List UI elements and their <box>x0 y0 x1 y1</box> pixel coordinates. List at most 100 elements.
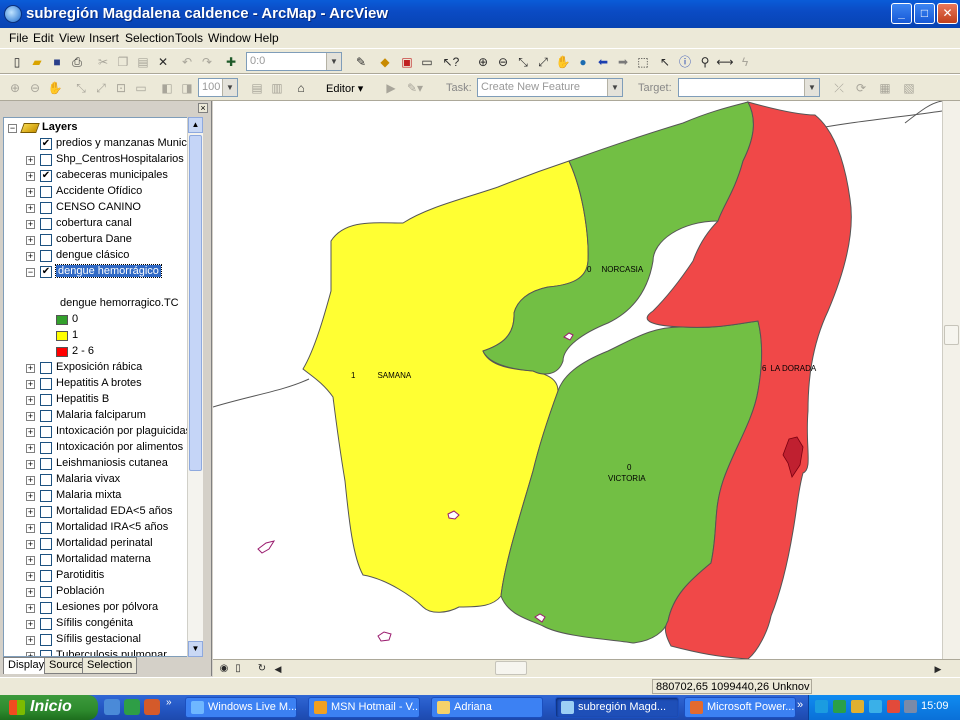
layer-row[interactable]: + Intoxicación por alimentos <box>4 440 194 456</box>
layer-checkbox[interactable] <box>40 250 52 262</box>
task-powerpoint[interactable]: Microsoft Power... <box>684 697 796 718</box>
expand-icon[interactable]: + <box>26 540 35 549</box>
toc-scroll-up-icon[interactable]: ▲ <box>188 117 203 133</box>
task-adriana[interactable]: Adriana <box>431 697 543 718</box>
expand-icon[interactable]: + <box>26 220 35 229</box>
legend-swatch[interactable] <box>56 331 68 341</box>
menu-help[interactable]: Help <box>254 31 279 45</box>
layer-row[interactable]: + Leishmaniosis cutanea <box>4 456 194 472</box>
expand-icon[interactable]: + <box>26 252 35 261</box>
layer-row[interactable]: ✔ predios y manzanas Municip <box>4 136 195 152</box>
add-data-icon[interactable]: ✚ <box>222 53 240 71</box>
hyperlink-icon[interactable]: ϟ <box>736 53 754 71</box>
start-button[interactable]: Inicio <box>0 695 98 720</box>
menu-window[interactable]: Window <box>208 31 251 45</box>
redo-icon[interactable]: ↷ <box>198 53 216 71</box>
map-scale-combo[interactable]: 0:0 ▼ <box>246 52 342 71</box>
layer-checkbox[interactable] <box>40 442 52 454</box>
task-msn-hotmail[interactable]: MSN Hotmail - V... <box>308 697 420 718</box>
layout-zoom-out-icon[interactable]: ⊖ <box>26 79 44 97</box>
layer-row[interactable]: + Intoxicación por plaguicidas <box>4 424 194 440</box>
layer-checkbox[interactable] <box>40 458 52 470</box>
change-layout-icon[interactable]: ⌂ <box>292 79 310 97</box>
tray-security-icon[interactable] <box>887 700 900 713</box>
expand-icon[interactable]: + <box>26 572 35 581</box>
layer-checkbox[interactable] <box>40 570 52 582</box>
zoom-percent-combo[interactable]: 100 ▼ <box>198 78 238 97</box>
layer-checkbox[interactable] <box>40 506 52 518</box>
legend-swatch[interactable] <box>56 347 68 357</box>
toggle-draft-icon[interactable]: ▤ <box>248 79 266 97</box>
full-extent-icon[interactable]: ● <box>574 53 592 71</box>
layer-row[interactable]: + Sífilis gestacional <box>4 632 194 648</box>
paste-icon[interactable]: ▤ <box>134 53 152 71</box>
next-extent-icon[interactable]: ◨ <box>178 79 196 97</box>
layer-checkbox[interactable] <box>40 634 52 646</box>
scroll-left-icon[interactable]: ◀ <box>269 660 287 678</box>
toc-scroll-thumb[interactable] <box>189 135 202 471</box>
layout-view-icon[interactable]: ▯ <box>229 660 247 678</box>
layer-row[interactable]: + Lesiones por pólvora <box>4 600 194 616</box>
zoom-whole-page-icon[interactable]: ⤡ <box>72 79 90 97</box>
measure-icon[interactable]: ⟷ <box>716 53 734 71</box>
layer-checkbox[interactable] <box>40 490 52 502</box>
layer-checkbox[interactable]: ✔ <box>40 266 52 278</box>
layer-checkbox[interactable] <box>40 218 52 230</box>
layers-root[interactable]: − Layers <box>4 120 194 136</box>
zoom-in-icon[interactable]: ⊕ <box>474 53 492 71</box>
save-icon[interactable]: ■ <box>48 53 66 71</box>
layer-row[interactable]: + ✔ cabeceras municipales <box>4 168 194 184</box>
tray-arrow-icon[interactable] <box>815 700 828 713</box>
expand-icon[interactable]: + <box>26 188 35 197</box>
expand-icon[interactable]: + <box>26 236 35 245</box>
find-icon[interactable]: ⚲ <box>696 53 714 71</box>
layer-row[interactable]: + CENSO CANINO <box>4 200 194 216</box>
expand-icon[interactable]: + <box>26 396 35 405</box>
layer-row[interactable]: + Hepatitis B <box>4 392 194 408</box>
layer-checkbox[interactable] <box>40 394 52 406</box>
layer-checkbox[interactable] <box>40 378 52 390</box>
whats-this-icon[interactable]: ↖? <box>442 53 460 71</box>
copy-icon[interactable]: ❐ <box>114 53 132 71</box>
layer-row[interactable]: + Malaria falciparum <box>4 408 194 424</box>
layer-checkbox[interactable] <box>40 602 52 614</box>
tray-device-icon[interactable] <box>904 700 917 713</box>
expand-icon[interactable]: + <box>26 524 35 533</box>
expand-icon[interactable]: + <box>26 588 35 597</box>
layer-checkbox[interactable] <box>40 554 52 566</box>
expand-icon[interactable]: + <box>26 428 35 437</box>
layer-row[interactable]: + Sífilis congénita <box>4 616 194 632</box>
map-scroll-thumb[interactable] <box>944 325 959 345</box>
forward-extent-icon[interactable]: ➡ <box>614 53 632 71</box>
expand-icon[interactable]: + <box>26 156 35 165</box>
target-combo[interactable]: ▼ <box>678 78 820 97</box>
expand-icon[interactable]: + <box>26 508 35 517</box>
editor-menu[interactable]: Editor ▾ <box>326 82 363 95</box>
ie-icon[interactable] <box>104 699 120 715</box>
legend-swatch[interactable] <box>56 315 68 325</box>
select-elements-icon[interactable]: ↖ <box>656 53 674 71</box>
focus-data-frame-icon[interactable]: ▥ <box>268 79 286 97</box>
layer-row[interactable]: + Hepatitis A brotes <box>4 376 194 392</box>
expand-icon[interactable]: + <box>26 444 35 453</box>
layer-row[interactable]: − ✔ dengue hemorrágico <box>4 264 194 280</box>
layer-row[interactable]: + Tuberculosis pulmonar <box>4 648 194 656</box>
delete-icon[interactable]: ✕ <box>154 53 172 71</box>
back-extent-icon[interactable]: ⬅ <box>594 53 612 71</box>
layer-checkbox[interactable] <box>40 234 52 246</box>
menu-edit[interactable]: Edit <box>33 31 54 45</box>
editor-toolbar-icon[interactable]: ✎ <box>352 53 370 71</box>
menu-selection[interactable]: Selection <box>125 31 174 45</box>
expand-icon[interactable]: + <box>26 364 35 373</box>
expand-icon[interactable]: + <box>26 172 35 181</box>
expand-icon[interactable]: + <box>26 492 35 501</box>
map-canvas[interactable]: 0 NORCASIA 1 SAMANA 6 LA DORADA 0 VICTORIA <box>213 101 942 659</box>
layer-checkbox[interactable] <box>40 410 52 422</box>
print-icon[interactable]: ⎙ <box>68 53 86 71</box>
layer-checkbox[interactable] <box>40 650 52 656</box>
attributes-icon[interactable]: ▦ <box>876 79 894 97</box>
expand-icon[interactable]: + <box>26 204 35 213</box>
close-button[interactable]: ✕ <box>937 3 958 24</box>
layer-checkbox[interactable]: ✔ <box>40 138 52 150</box>
fixed-zoom-icon[interactable]: ⊡ <box>112 79 130 97</box>
